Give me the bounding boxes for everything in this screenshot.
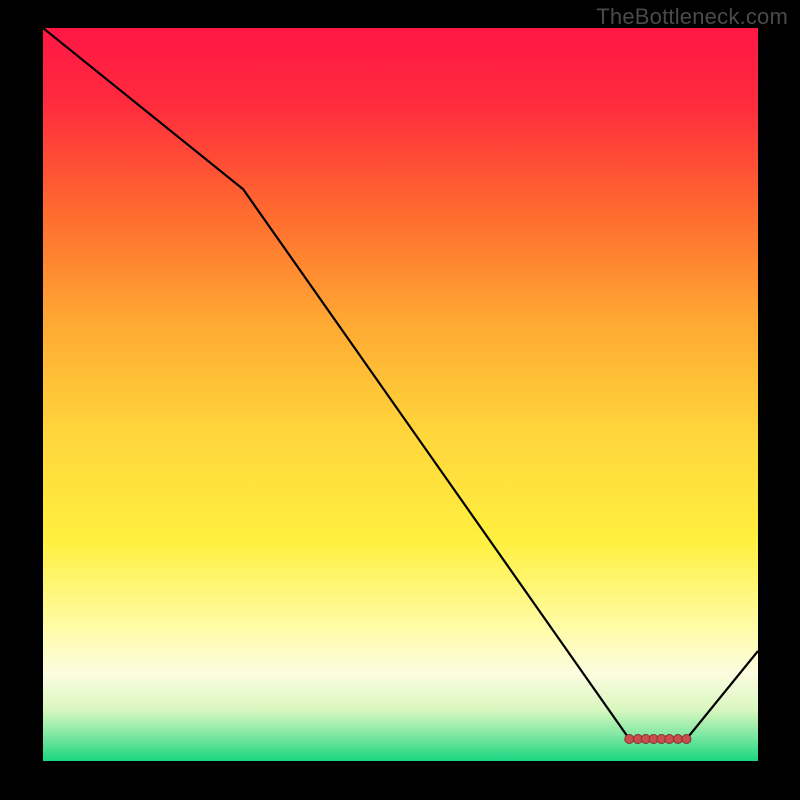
optimal-marker: [625, 735, 634, 744]
curve-line: [43, 28, 758, 739]
optimal-markers: [625, 735, 691, 744]
bottleneck-curve: [43, 28, 758, 761]
optimal-marker: [673, 735, 682, 744]
optimal-marker: [665, 735, 674, 744]
attribution-text: TheBottleneck.com: [596, 4, 788, 30]
optimal-marker: [682, 735, 691, 744]
chart-plot-area: [43, 28, 758, 761]
